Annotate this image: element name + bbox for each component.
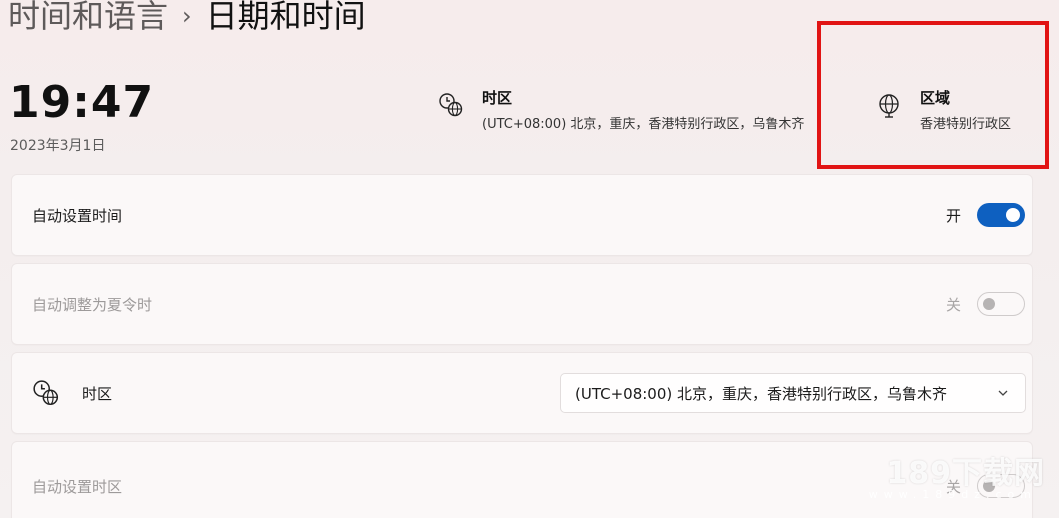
auto-time-state: 开 bbox=[945, 206, 961, 225]
timezone-summary-value: (UTC+08:00) 北京，重庆，香港特别行政区，乌鲁木齐 bbox=[482, 117, 805, 132]
breadcrumb: 时间和语言 › 日期和时间 bbox=[8, 0, 366, 38]
auto-dst-state: 关 bbox=[945, 295, 961, 314]
auto-dst-toggle[interactable] bbox=[977, 292, 1025, 316]
auto-dst-label: 自动调整为夏令时 bbox=[32, 295, 153, 314]
timezone-summary: 时区 (UTC+08:00) 北京，重庆，香港特别行政区，乌鲁木齐 bbox=[438, 88, 804, 132]
clock-globe-icon bbox=[439, 93, 463, 117]
current-date: 2023年3月1日 bbox=[10, 138, 106, 154]
timezone-setting: 时区 (UTC+08:00) 北京，重庆，香港特别行政区，乌鲁木齐 bbox=[11, 352, 1033, 434]
clock-globe-icon bbox=[33, 380, 59, 406]
toggle-knob bbox=[983, 298, 995, 310]
highlight-annotation-box bbox=[817, 21, 1049, 169]
timezone-summary-title: 时区 bbox=[482, 89, 513, 107]
auto-time-setting: 自动设置时间 开 bbox=[11, 174, 1033, 256]
auto-time-label: 自动设置时间 bbox=[32, 206, 123, 225]
timezone-dropdown-value: (UTC+08:00) 北京，重庆，香港特别行政区，乌鲁木齐 bbox=[575, 384, 948, 403]
watermark-url: www.189dz.com bbox=[868, 488, 1037, 501]
page-title: 日期和时间 bbox=[205, 0, 366, 35]
auto-timezone-label: 自动设置时区 bbox=[32, 477, 123, 496]
watermark-logo: 189下载网 bbox=[886, 456, 1045, 491]
auto-timezone-setting: 自动设置时区 关 bbox=[11, 441, 1033, 518]
auto-dst-setting: 自动调整为夏令时 关 bbox=[11, 263, 1033, 345]
timezone-dropdown[interactable]: (UTC+08:00) 北京，重庆，香港特别行政区，乌鲁木齐 bbox=[560, 373, 1026, 413]
auto-time-toggle[interactable] bbox=[977, 203, 1025, 227]
toggle-knob bbox=[1006, 208, 1020, 222]
breadcrumb-parent[interactable]: 时间和语言 bbox=[8, 0, 168, 38]
timezone-label: 时区 bbox=[82, 384, 113, 403]
breadcrumb-separator: › bbox=[182, 2, 192, 30]
current-time: 19:47 bbox=[9, 77, 155, 128]
chevron-down-icon bbox=[998, 390, 1008, 396]
